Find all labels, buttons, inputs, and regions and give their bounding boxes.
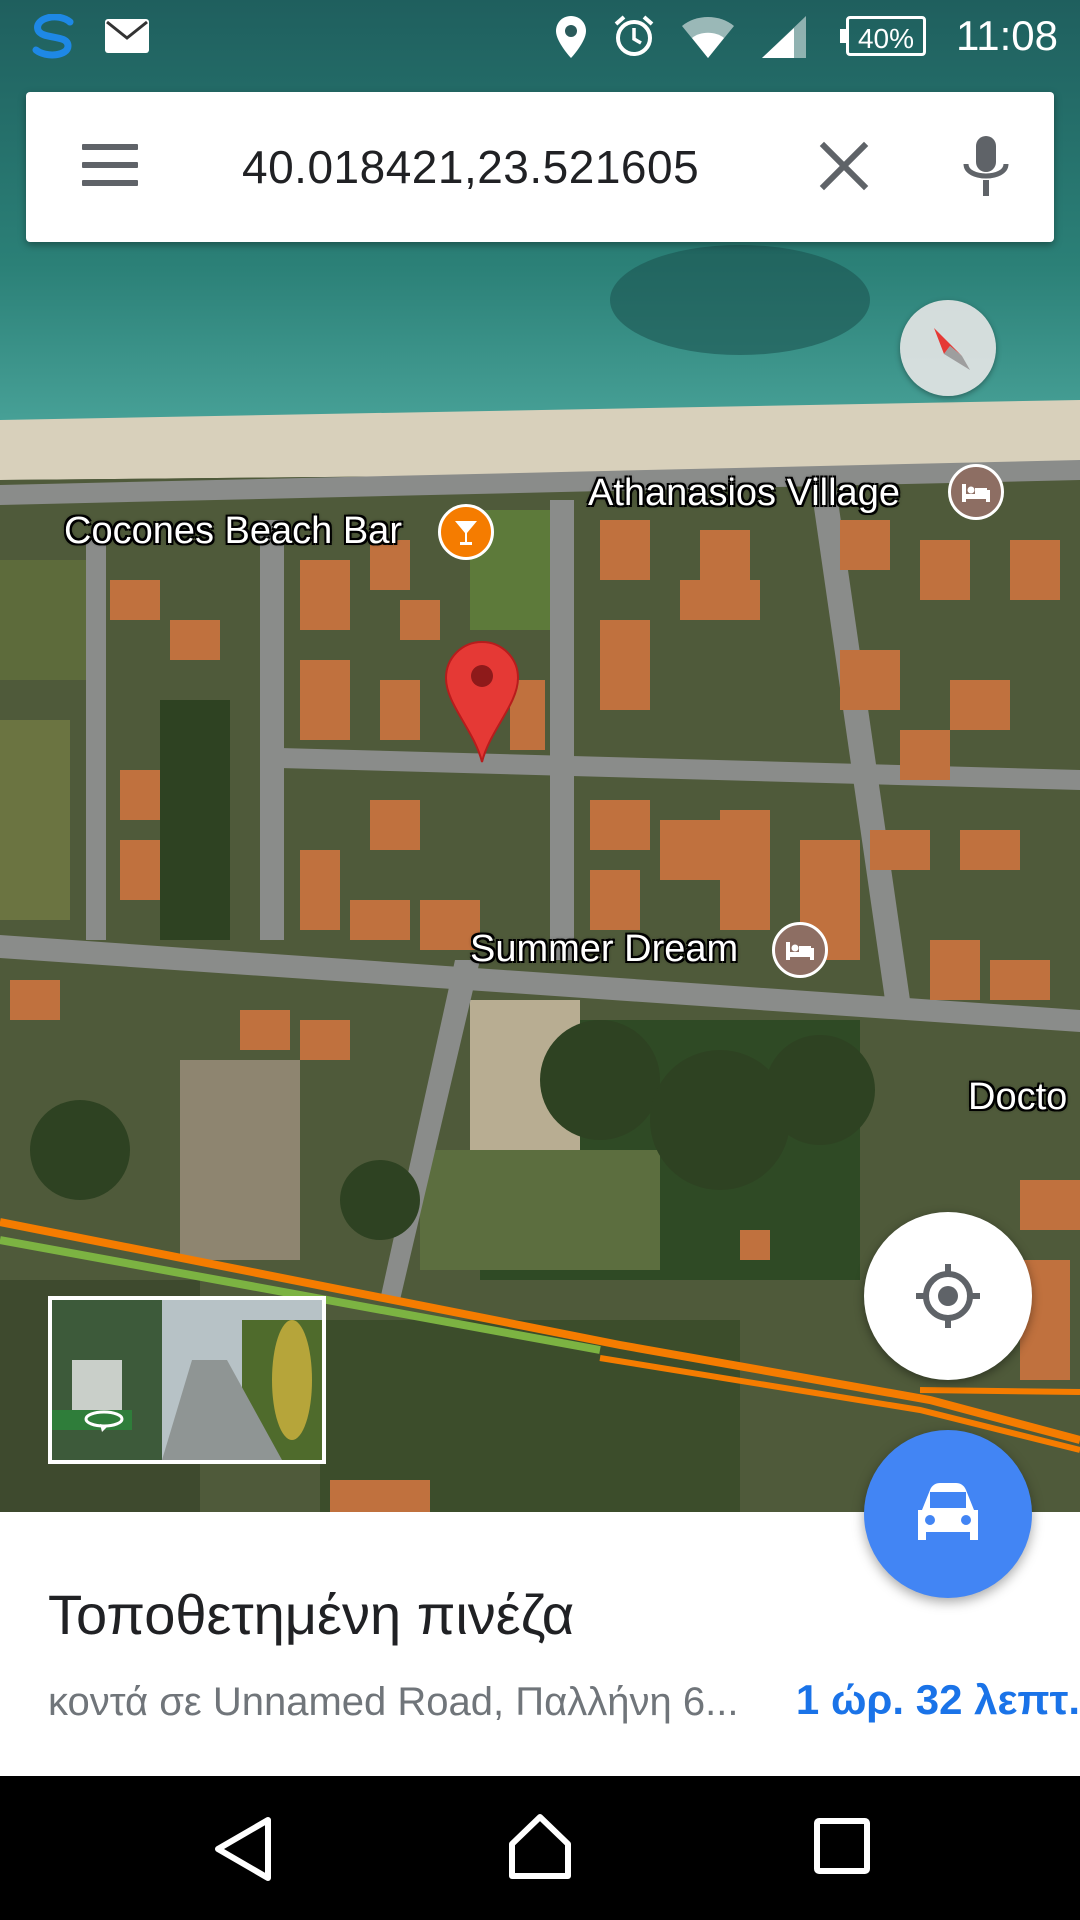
map-label-cocones-beach-bar[interactable]: Cocones Beach Bar	[64, 510, 402, 553]
my-location-button[interactable]	[864, 1212, 1032, 1380]
mic-icon[interactable]	[956, 132, 1016, 202]
compass-needle-icon	[934, 328, 970, 370]
recent-apps-icon[interactable]	[812, 1816, 872, 1876]
map-label-summer-dream[interactable]: Summer Dream	[470, 928, 738, 971]
hotel-icon[interactable]	[772, 922, 828, 978]
place-address: κοντά σε Unnamed Road, Παλλήνη 6...	[48, 1680, 739, 1724]
search-query[interactable]: 40.018421,23.521605	[242, 140, 699, 194]
travel-time[interactable]: 1 ώρ. 32 λεπτ.	[796, 1676, 1080, 1724]
battery-icon: 40%	[840, 16, 926, 56]
compass-button[interactable]	[900, 300, 996, 396]
map-label-docto[interactable]: Docto	[968, 1076, 1067, 1119]
car-icon	[918, 1483, 978, 1540]
my-location-icon	[916, 1264, 980, 1328]
bar-icon[interactable]	[438, 504, 494, 560]
dropped-pin-icon[interactable]	[444, 640, 520, 764]
status-bar: 40% 11:08	[0, 0, 1080, 72]
search-box[interactable]: 40.018421,23.521605	[26, 92, 1054, 242]
street-view-360-icon	[84, 1410, 124, 1432]
navigation-bar	[0, 1776, 1080, 1920]
status-time: 11:08	[956, 12, 1058, 59]
menu-icon[interactable]	[82, 144, 138, 186]
wifi-icon	[682, 17, 734, 58]
hotel-icon[interactable]	[948, 464, 1004, 520]
mail-icon	[105, 19, 149, 53]
location-icon	[556, 16, 586, 58]
signal-icon	[762, 16, 806, 58]
clear-icon[interactable]	[814, 136, 874, 196]
map-label-athanasios-village[interactable]: Athanasios Village	[588, 472, 900, 515]
directions-button[interactable]	[864, 1430, 1032, 1598]
street-view-thumbnail[interactable]	[48, 1296, 326, 1464]
place-title: Τοποθετημένη πινέζα	[48, 1583, 575, 1646]
home-icon[interactable]	[506, 1812, 574, 1882]
s-app-icon	[32, 14, 74, 59]
back-icon[interactable]	[212, 1816, 274, 1882]
alarm-icon	[614, 15, 654, 56]
